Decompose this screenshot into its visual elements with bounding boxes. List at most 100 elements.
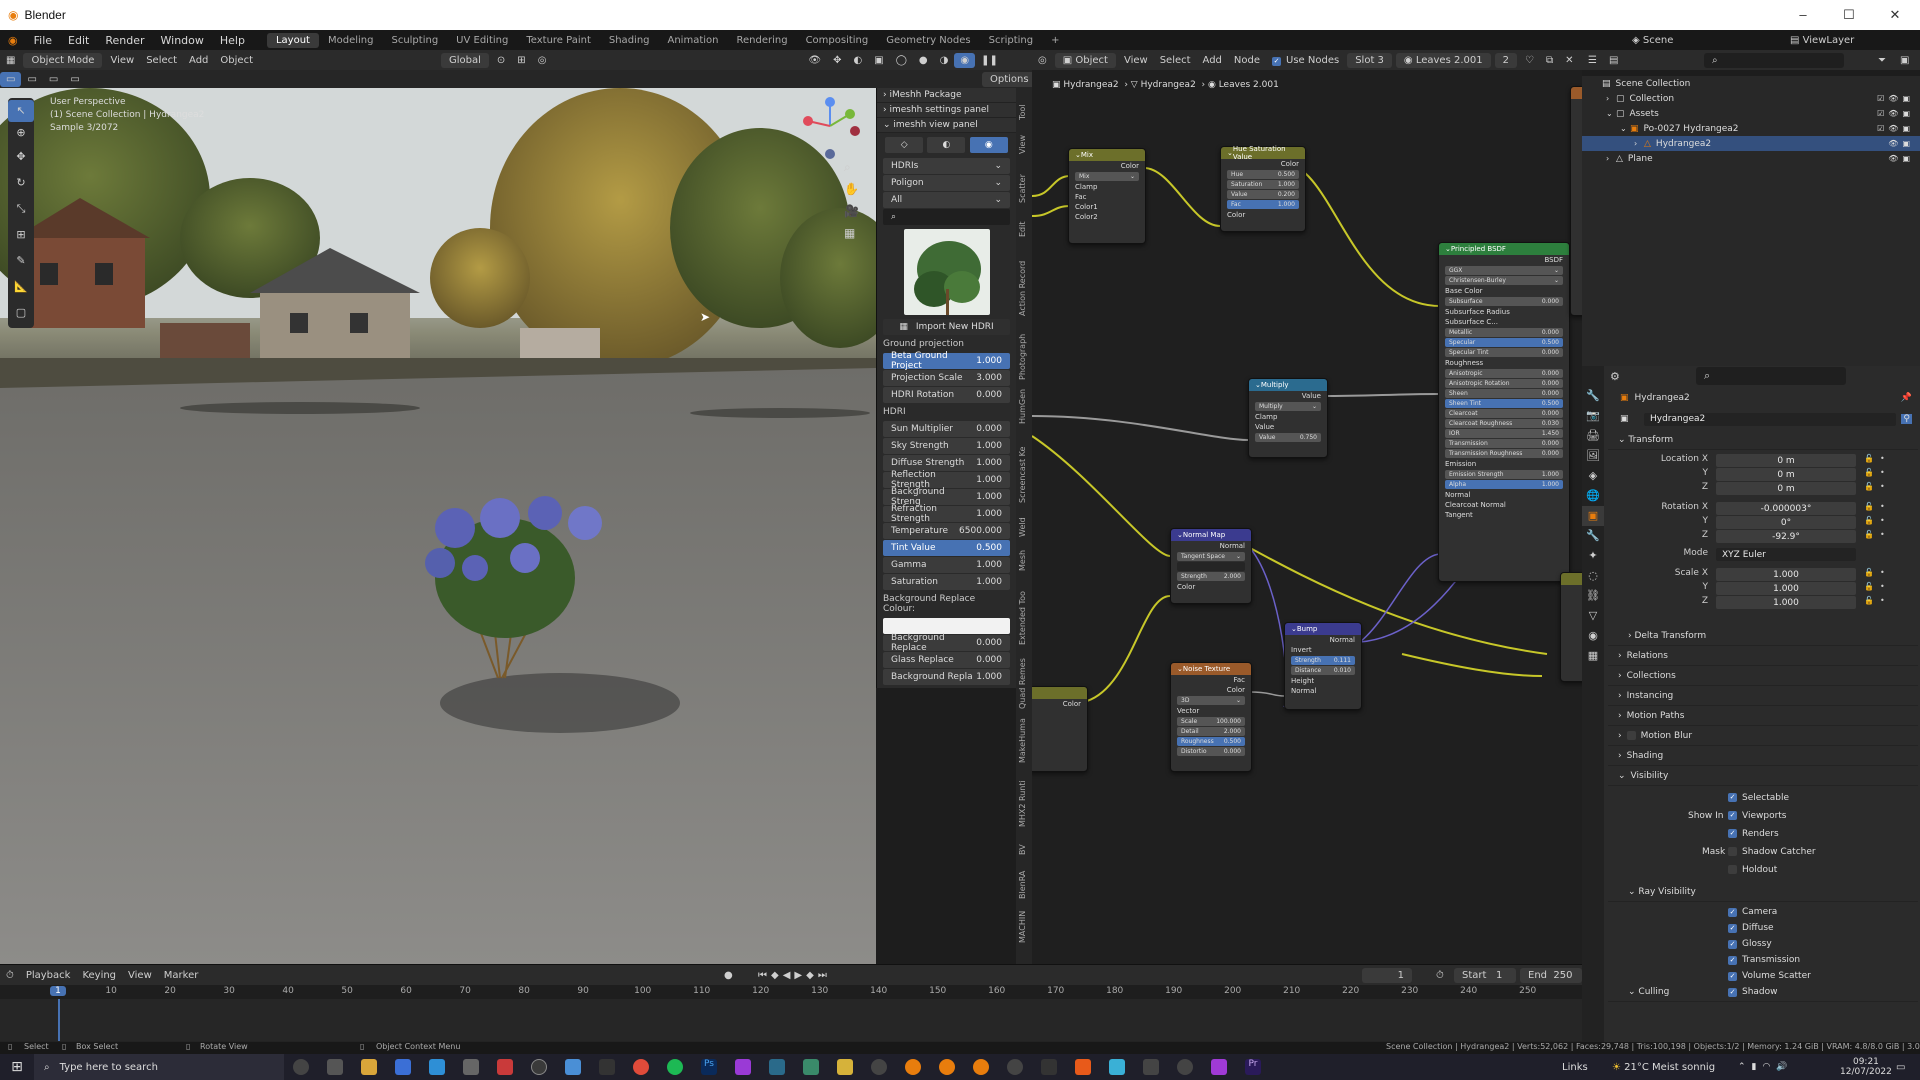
scene-selector[interactable]: ◈ Scene [1632,35,1673,46]
transform-value-field[interactable]: 1.000 [1716,596,1856,609]
normal-map-strength-field[interactable]: Strength 2.000 [1177,572,1245,581]
bsdf-input[interactable]: Transmission 0.000 [1445,439,1563,448]
scene-tab-icon[interactable]: ◈ [1582,466,1604,486]
transform-value-field[interactable]: -0.000003° [1716,502,1856,515]
tab-sculpting[interactable]: Sculpting [382,33,447,48]
timeline-menu-view[interactable]: View [122,968,158,983]
ground-projection-field[interactable]: Projection Scale 3.000 [883,370,1010,386]
transform-value-field[interactable]: -92.9° [1716,530,1856,543]
left-color-node[interactable]: Color [1032,686,1088,772]
node-menu-node[interactable]: Node [1228,53,1266,68]
hue-saturation-value-node[interactable]: ⌄ Hue Saturation Value Color Hue 0.500 Sat… [1220,145,1306,232]
transform-value-field[interactable]: 0 m [1716,454,1856,467]
menu-render[interactable]: Render [97,34,152,47]
bg-replace-field[interactable]: Background Repla 1.000 [883,669,1010,685]
close-button[interactable]: ✕ [1872,0,1918,30]
bsdf-input[interactable]: Sheen Tint 0.500 [1445,399,1563,408]
affinity-icon[interactable] [735,1059,751,1075]
lock-icon[interactable]: 🔓 [1864,454,1874,463]
notifications-icon[interactable]: ▭ [1896,1062,1905,1073]
sidebar-tab[interactable]: HumGen [1018,386,1030,424]
object-datablock-field[interactable]: Hydrangea2 [1644,412,1896,426]
outliner-editor-icon[interactable]: ☰ [1582,53,1603,68]
lock-icon[interactable]: 🔓 [1864,596,1874,605]
transform-panel-header[interactable]: ⌄ Transform [1608,430,1918,450]
fake-user-icon[interactable]: ♡ [1519,53,1540,68]
bump-invert-checkbox[interactable]: Invert [1285,645,1361,655]
ray-visibility-checkbox[interactable]: ✓ Transmission [1728,952,1811,968]
properties-search-input[interactable]: ⌕ [1696,367,1846,385]
output-tab-icon[interactable]: 🖨 [1582,426,1604,446]
outliner-row[interactable]: ▤ Scene Collection [1582,76,1920,91]
bsdf-input[interactable]: Specular Tint 0.000 [1445,348,1563,357]
slot-dropdown[interactable]: Slot 3 [1347,52,1392,68]
transform-value-field[interactable]: 0 m [1716,482,1856,495]
exclude-checkbox-icon[interactable]: ☑ [1877,94,1888,103]
expand-chevron-icon[interactable]: › [1606,154,1616,163]
materials-category-icon[interactable]: ◐ [927,137,966,153]
zoom-icon[interactable]: ⌕ [844,156,859,178]
prev-key-icon[interactable]: ◆ [771,970,783,981]
bsdf-input[interactable]: Emission Strength 1.000 [1445,470,1563,479]
blender-2-icon[interactable] [939,1059,955,1075]
word-icon[interactable] [395,1059,411,1075]
menu-edit[interactable]: Edit [60,34,97,47]
models-category-icon[interactable]: ◇ [885,137,924,153]
current-frame-field[interactable]: 1 [1362,967,1412,983]
constraints-tab-icon[interactable]: ⛓ [1582,586,1604,606]
ray-visibility-checkbox[interactable]: ✓ Camera [1728,904,1811,920]
hdri-source-dropdown[interactable]: HDRIs ⌄ [883,158,1010,174]
lock-icon[interactable]: 🔓 [1864,530,1874,539]
ground-projection-field[interactable]: HDRI Rotation 0.000 [883,387,1010,403]
sidebar-tab[interactable]: Mesh [1018,543,1030,571]
ground-projection-field[interactable]: Beta Ground Project 1.000 [883,351,1010,371]
tray-up-icon[interactable]: ⌃ [1738,1062,1752,1072]
panel-header[interactable]: › Collections [1608,666,1918,686]
keyframe-dot-icon[interactable]: • [1880,516,1885,525]
outliner-row[interactable]: ⌄ ▢ Assets ☑👁▣ [1582,106,1920,121]
normal-map-node[interactable]: ⌄ Normal Map Normal Tangent Space ⌄ Stren… [1170,528,1252,604]
outliner-search-input[interactable]: ⌕ [1704,52,1844,68]
normal-map-space-dropdown[interactable]: Tangent Space ⌄ [1177,552,1245,561]
transform-value-field[interactable]: 0° [1716,516,1856,529]
multiply-mode-dropdown[interactable]: Multiply ⌄ [1255,402,1321,411]
gizmo-icon[interactable]: ✥ [827,53,847,68]
lock-icon[interactable]: 🔓 [1864,482,1874,491]
steam-icon[interactable] [531,1059,547,1075]
sidebar-tab[interactable]: Tool [1018,92,1030,120]
filter-icon[interactable]: ⏷ [1872,53,1892,68]
navigation-gizmo[interactable] [800,96,870,166]
properties-editor-icon[interactable]: ⚙ [1604,368,1626,385]
hdri-field[interactable]: Gamma 1.000 [883,557,1010,573]
tab-shading[interactable]: Shading [600,33,659,48]
hdri-field[interactable]: Background Streng 1.000 [883,487,1010,507]
eye-icon[interactable]: 👁 [1888,109,1902,118]
outliner-row[interactable]: ⌄ ▣ Po-0027 Hydrangea2 ☑👁▣ [1582,121,1920,136]
bg-replace-field[interactable]: Background Replace 0.000 [883,633,1010,653]
keyframe-dot-icon[interactable]: • [1880,568,1885,577]
timeline-menu-keying[interactable]: Keying [76,968,122,983]
tab-rendering[interactable]: Rendering [727,33,796,48]
options-dropdown[interactable]: Options [982,71,1037,87]
sidebar-tab[interactable]: Action Record [1018,243,1030,316]
lock-icon[interactable]: 🔓 [1864,468,1874,477]
hdri-thumbnail[interactable] [903,229,990,315]
grid-view-icon[interactable]: ▦ [844,222,859,244]
material-selector[interactable]: ◉ Leaves 2.001 [1395,52,1491,68]
expand-chevron-icon[interactable]: ⌄ [1620,124,1630,133]
lock-icon[interactable]: 🔓 [1864,502,1874,511]
network-icon[interactable]: ◠ [1763,1062,1777,1072]
rotate-tool-icon[interactable]: ↻ [8,170,34,196]
windows-start-icon[interactable]: ⊞ [0,1059,34,1075]
app-3-icon[interactable] [803,1059,819,1075]
lock-icon[interactable]: 🔓 [1864,582,1874,591]
hdri-field[interactable]: Diffuse Strength 1.000 [883,455,1010,471]
lock-icon[interactable]: 🔓 [1864,516,1874,525]
select-box-icon[interactable]: ▭ [0,71,22,87]
bsdf-input[interactable]: Alpha 1.000 [1445,480,1563,489]
delta-transform-header[interactable]: › Delta Transform [1608,626,1918,646]
eye-icon[interactable]: 👁 [1888,94,1902,103]
playhead[interactable] [58,999,60,1041]
snap-icon[interactable]: ⊞ [511,53,531,68]
tool-tab-icon[interactable]: 🔧 [1582,386,1604,406]
